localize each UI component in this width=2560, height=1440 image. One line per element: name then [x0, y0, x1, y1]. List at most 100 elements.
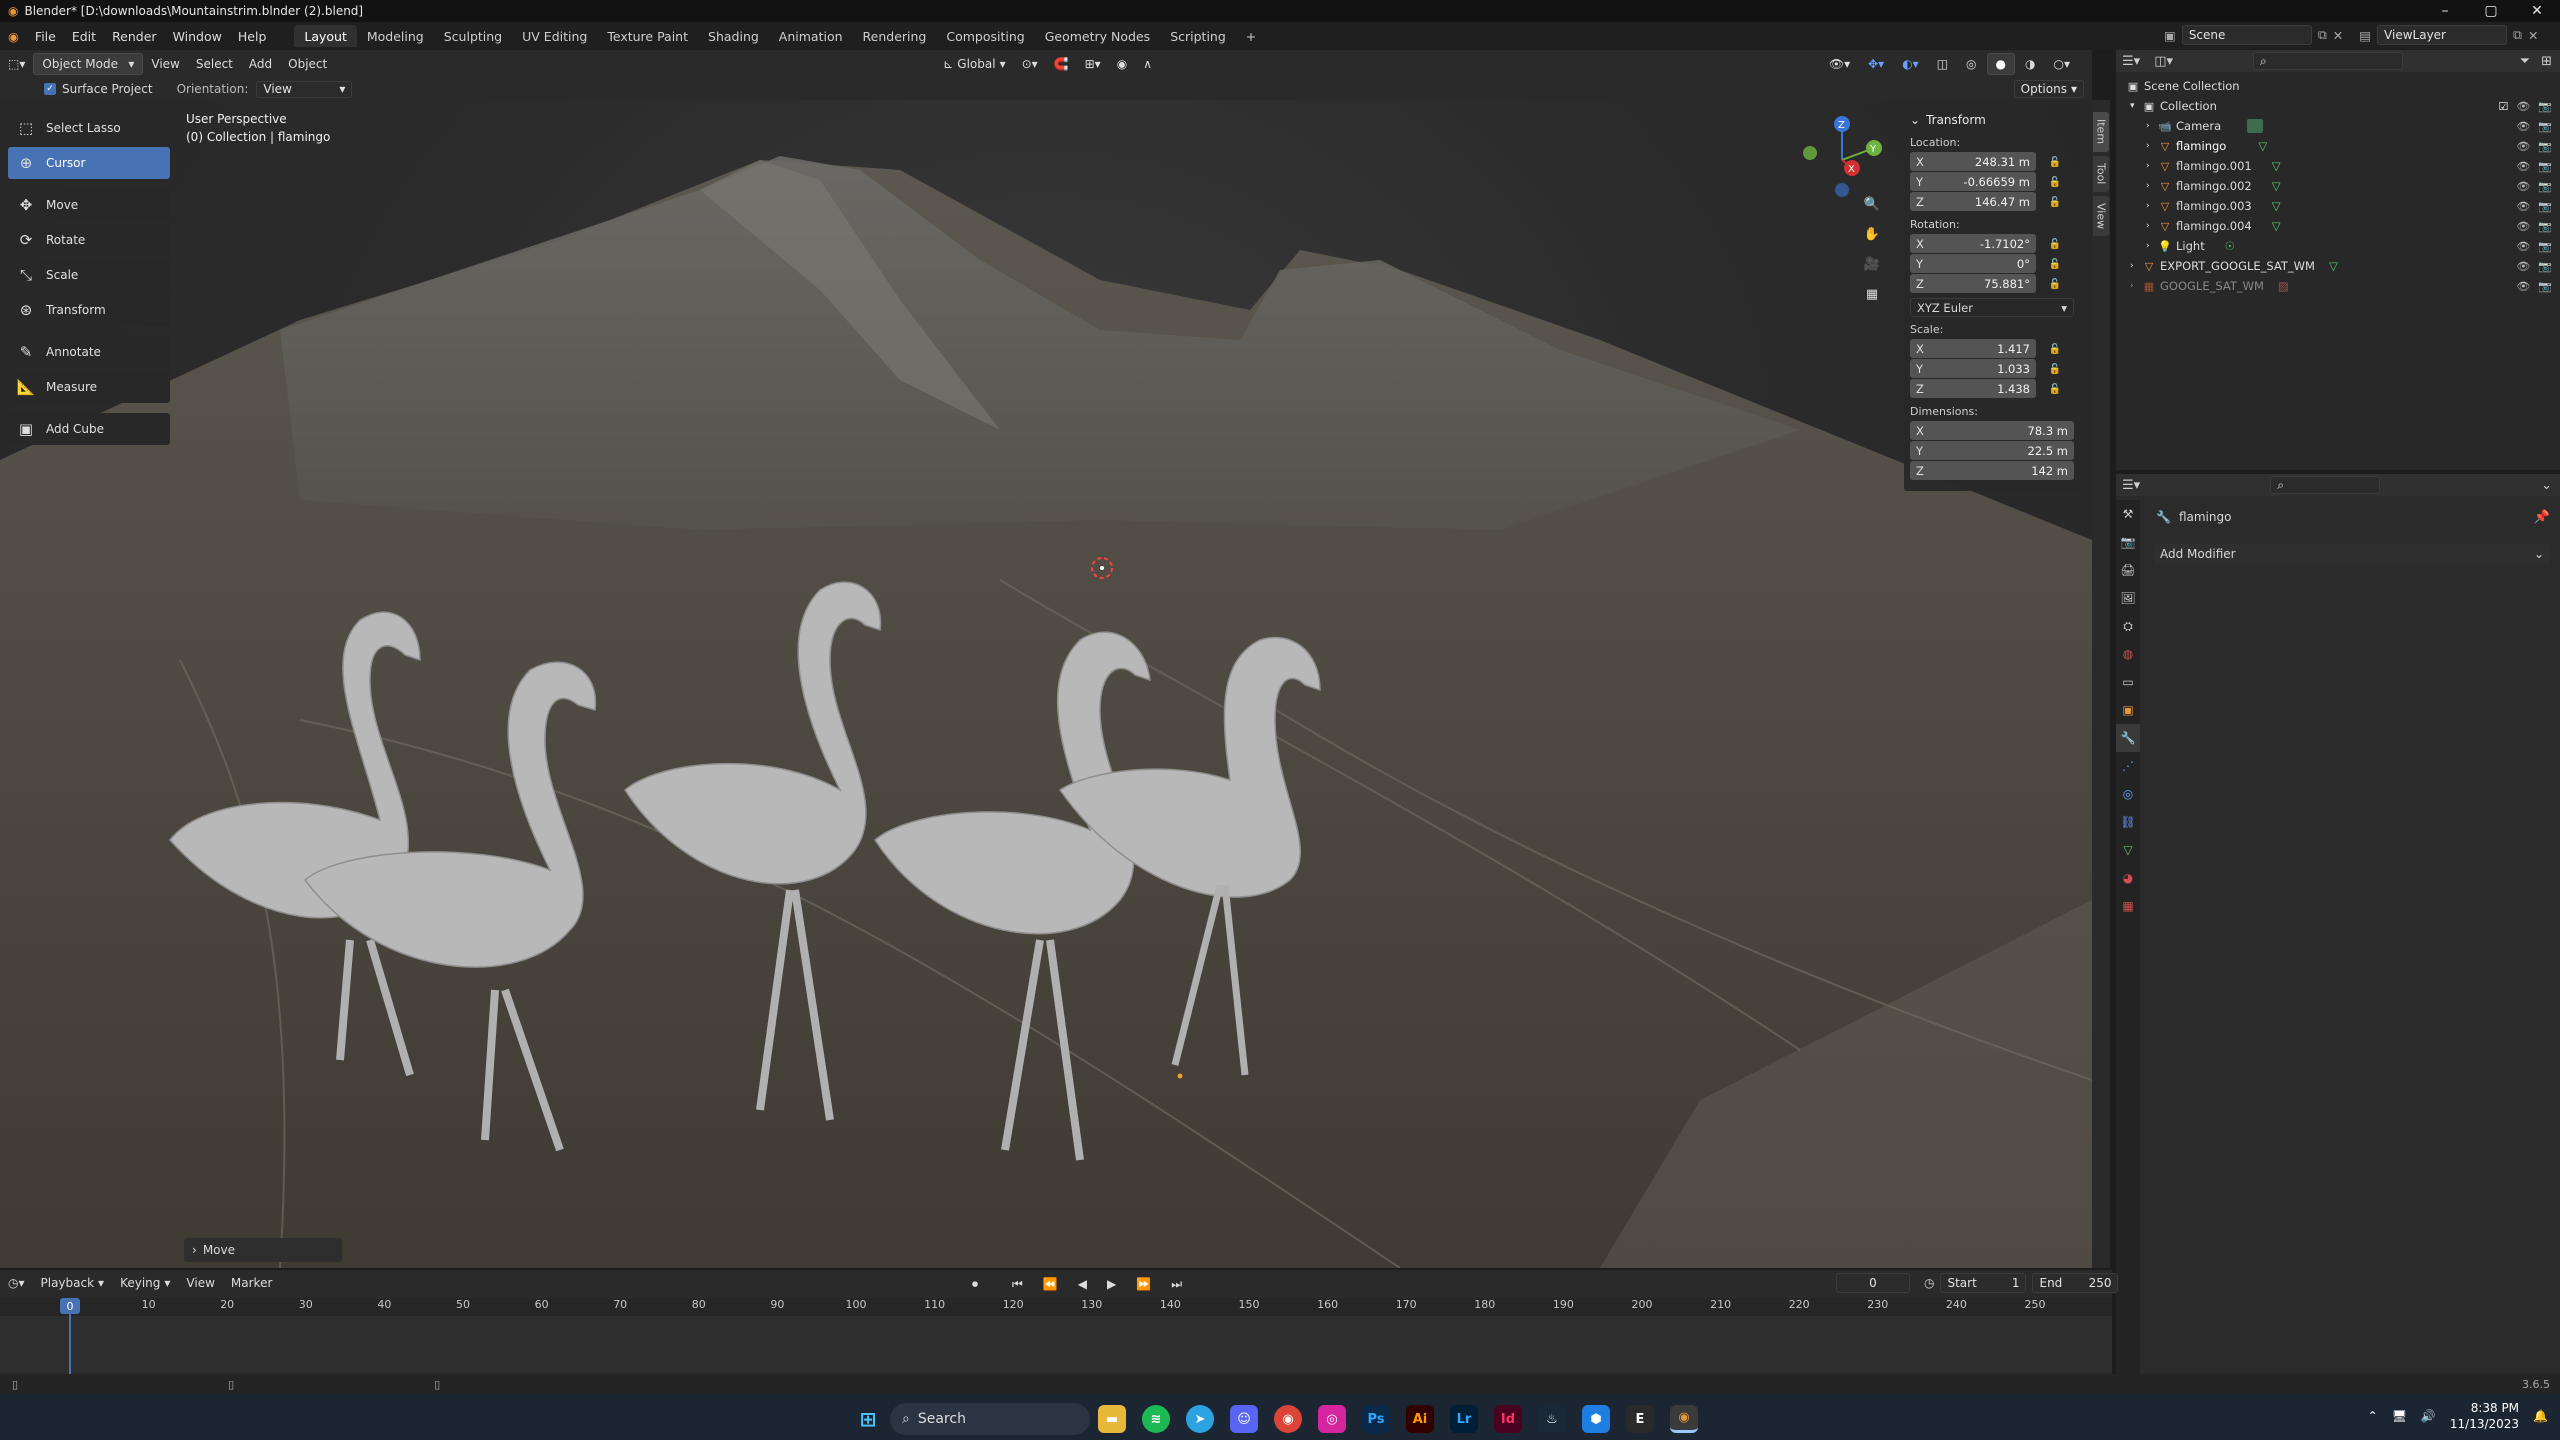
- mode-select[interactable]: Object Mode ▾: [33, 53, 144, 75]
- clock[interactable]: 8:38 PM 11/13/2023: [2450, 1400, 2519, 1432]
- dimensions-y-field[interactable]: Y 22.5 m: [1910, 441, 2074, 460]
- outliner-item-flamingo-003[interactable]: › ▽ flamingo.003 ▽ 👁 📷: [2116, 196, 2560, 216]
- scene-remove-icon[interactable]: ✕: [2333, 28, 2343, 43]
- tool-select-lasso[interactable]: ⬚ Select Lasso: [8, 112, 170, 144]
- tab-compositing[interactable]: Compositing: [936, 25, 1034, 47]
- photoshop-icon[interactable]: Ps: [1362, 1405, 1390, 1433]
- collection-tab-icon[interactable]: ▭: [2116, 668, 2140, 696]
- tab-scripting[interactable]: Scripting: [1160, 25, 1236, 47]
- play-reverse-icon[interactable]: ◀: [1070, 1273, 1095, 1295]
- outliner-item-flamingo-002[interactable]: › ▽ flamingo.002 ▽ 👁 📷: [2116, 176, 2560, 196]
- tool-tab-icon[interactable]: ⚒: [2116, 500, 2140, 528]
- visibility-icon[interactable]: 👁▾: [1821, 53, 1858, 75]
- tab-item[interactable]: Item: [2093, 112, 2109, 152]
- blender-menu-icon[interactable]: ◉: [0, 22, 27, 50]
- editor-type-icon[interactable]: ◷▾: [0, 1272, 33, 1294]
- eye-icon[interactable]: 👁: [2516, 280, 2530, 293]
- next-keyframe-icon[interactable]: ⏩: [1128, 1273, 1159, 1295]
- tab-tool[interactable]: Tool: [2093, 156, 2109, 192]
- scale-z-field[interactable]: Z 1.438: [1910, 379, 2036, 398]
- spotify-icon[interactable]: ≋: [1142, 1405, 1170, 1433]
- tool-scale[interactable]: ⤡ Scale: [8, 259, 170, 291]
- camera-render-icon[interactable]: 📷: [2538, 160, 2552, 173]
- end-frame-field[interactable]: End 250: [2032, 1273, 2119, 1293]
- tab-rendering[interactable]: Rendering: [853, 25, 937, 47]
- lock-icon[interactable]: 🔓: [2046, 275, 2064, 294]
- scene-field[interactable]: Scene: [2181, 25, 2312, 45]
- editor-type-icon[interactable]: ☰▾: [2122, 54, 2140, 69]
- menu-keying[interactable]: Keying ▾: [112, 1272, 178, 1294]
- eye-icon[interactable]: 👁: [2516, 100, 2530, 113]
- wireframe-shading-icon[interactable]: ◎: [1958, 53, 1984, 75]
- surface-project-checkbox[interactable]: ✓: [44, 83, 56, 95]
- tool-measure[interactable]: 📐 Measure: [8, 371, 170, 403]
- menu-marker[interactable]: Marker: [223, 1272, 280, 1294]
- jump-end-icon[interactable]: ⏭: [1163, 1273, 1190, 1295]
- new-collection-icon[interactable]: ⊞: [2541, 54, 2552, 69]
- tool-move[interactable]: ✥ Move: [8, 189, 170, 221]
- tool-cursor[interactable]: ⊕ Cursor: [8, 147, 170, 179]
- camera-view-icon[interactable]: 🎥: [1860, 252, 1884, 276]
- pin-icon[interactable]: 📌: [2534, 510, 2550, 525]
- rotation-z-field[interactable]: Z 75.881°: [1910, 274, 2036, 293]
- modifier-tab-icon[interactable]: 🔧: [2116, 724, 2140, 752]
- tab-geometry-nodes[interactable]: Geometry Nodes: [1035, 25, 1160, 47]
- lock-icon[interactable]: 🔓: [2046, 380, 2064, 399]
- tool-annotate[interactable]: ✎ Annotate: [8, 336, 170, 368]
- ortho-toggle-icon[interactable]: ▦: [1860, 282, 1884, 306]
- illustrator-icon[interactable]: Ai: [1406, 1405, 1434, 1433]
- dimensions-z-field[interactable]: Z 142 m: [1910, 461, 2074, 480]
- scene-tab-icon[interactable]: ⛭: [2116, 612, 2140, 640]
- tool-add-cube[interactable]: ▣ Add Cube: [8, 413, 170, 445]
- lightroom-icon[interactable]: Lr: [1450, 1405, 1478, 1433]
- telegram-icon[interactable]: ➤: [1186, 1405, 1214, 1433]
- menu-edit[interactable]: Edit: [64, 22, 104, 50]
- clock-icon[interactable]: ◷: [1924, 1276, 1934, 1290]
- texture-tab-icon[interactable]: ▦: [2116, 892, 2140, 920]
- lock-icon[interactable]: 🔓: [2046, 255, 2064, 274]
- eye-icon[interactable]: 👁: [2516, 200, 2530, 213]
- add-workspace-button[interactable]: +: [1236, 25, 1266, 47]
- menu-help[interactable]: Help: [230, 22, 275, 50]
- eye-icon[interactable]: 👁: [2516, 180, 2530, 193]
- blender-taskbar-icon[interactable]: ◉: [1670, 1405, 1698, 1433]
- outliner-item-google-sat[interactable]: › ▦ GOOGLE_SAT_WM ▨ 👁 📷: [2116, 276, 2560, 296]
- eye-icon[interactable]: 👁: [2516, 140, 2530, 153]
- render-tab-icon[interactable]: 📷: [2116, 528, 2140, 556]
- add-modifier-button[interactable]: Add Modifier ⌄: [2154, 544, 2550, 564]
- epic-games-icon[interactable]: E: [1626, 1405, 1654, 1433]
- falloff-icon[interactable]: ∧: [1135, 53, 1160, 75]
- chrome-icon[interactable]: ◉: [1274, 1405, 1302, 1433]
- scale-y-field[interactable]: Y 1.033: [1910, 359, 2036, 378]
- zoom-icon[interactable]: 🔍: [1860, 192, 1884, 216]
- volume-icon[interactable]: 🔊: [2421, 1409, 2436, 1423]
- taskbar-search[interactable]: ⌕ Search: [890, 1403, 1090, 1435]
- frame-ruler[interactable]: 0 10 20 30 40 50 60 70 80 90 100 110 120 130 140 150 160…: [0, 1298, 2112, 1316]
- overlay-toggle-icon[interactable]: ◐▾: [1894, 53, 1927, 75]
- menu-render[interactable]: Render: [104, 22, 165, 50]
- lock-icon[interactable]: 🔓: [2046, 235, 2064, 254]
- view-layer-tab-icon[interactable]: 🖼: [2116, 584, 2140, 612]
- menu-select[interactable]: Select: [188, 53, 241, 75]
- camera-render-icon[interactable]: 📷: [2538, 120, 2552, 133]
- lock-icon[interactable]: 🔓: [2046, 193, 2064, 212]
- camera-render-icon[interactable]: 📷: [2538, 280, 2552, 293]
- material-tab-icon[interactable]: ◕: [2116, 864, 2140, 892]
- menu-view[interactable]: View: [178, 1272, 222, 1294]
- viewlayer-copy-icon[interactable]: ⧉: [2513, 27, 2522, 43]
- snap-target-icon[interactable]: ⊞▾: [1077, 53, 1109, 75]
- properties-search-input[interactable]: ⌕: [2270, 476, 2381, 494]
- editor-type-icon[interactable]: ⬚▾: [0, 53, 33, 75]
- tray-expand-icon[interactable]: ⌃: [2368, 1409, 2378, 1423]
- current-frame-field[interactable]: 0: [1836, 1273, 1910, 1293]
- tool-orientation-select[interactable]: View ▾: [256, 80, 353, 98]
- record-icon[interactable]: ⏺: [964, 1273, 986, 1295]
- camera-render-icon[interactable]: 📷: [2538, 180, 2552, 193]
- outliner-search-input[interactable]: ⌕: [2253, 52, 2403, 70]
- minimize-button[interactable]: –: [2422, 0, 2468, 22]
- filter-icon[interactable]: ⏷: [2520, 54, 2530, 69]
- eye-icon[interactable]: 👁: [2516, 160, 2530, 173]
- viewlayer-field[interactable]: ViewLayer: [2377, 25, 2508, 45]
- rotation-mode-select[interactable]: XYZ Euler ▾: [1910, 298, 2074, 317]
- tab-layout[interactable]: Layout: [294, 25, 357, 47]
